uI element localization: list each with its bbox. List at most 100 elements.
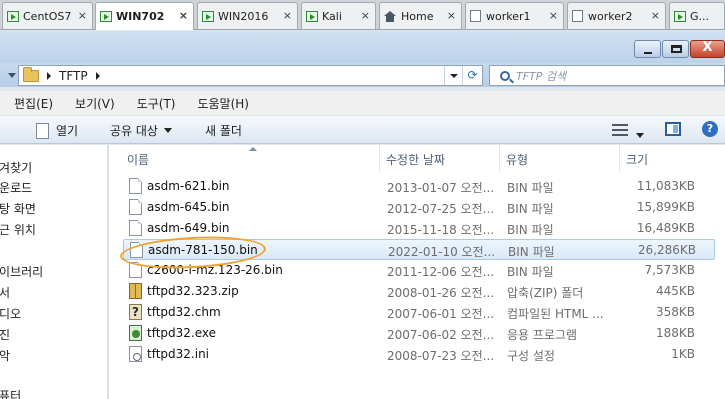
- navigation-pane: 즐겨찾기 다운로드 바탕 화면 최근 위치 라이브러리 문서 비디오 사진 음악…: [0, 145, 108, 399]
- file-size: 358KB: [655, 305, 695, 319]
- file-date: 2011-12-06 오전...: [387, 265, 493, 279]
- nav-item-documents[interactable]: 문서: [0, 284, 10, 301]
- chevron-right-icon[interactable]: [47, 71, 51, 80]
- change-view-button[interactable]: [612, 124, 628, 136]
- column-header-size[interactable]: 크기: [626, 151, 648, 168]
- address-history-button[interactable]: [444, 66, 462, 85]
- tab-worker2[interactable]: worker2 ×: [567, 2, 666, 29]
- search-input[interactable]: TFTP 검색: [489, 65, 725, 86]
- nav-item-videos[interactable]: 비디오: [0, 305, 21, 322]
- nav-item-favorites[interactable]: 즐겨찾기: [0, 159, 32, 176]
- tab-home[interactable]: Home ×: [379, 2, 462, 29]
- tab-close-icon[interactable]: ×: [78, 9, 87, 22]
- column-header-date[interactable]: 수정한 날짜: [386, 151, 445, 168]
- vm-icon: [7, 10, 19, 22]
- nav-item-desktop[interactable]: 바탕 화면: [0, 200, 36, 217]
- column-divider[interactable]: [499, 145, 500, 172]
- menu-tools[interactable]: 도구(T): [137, 95, 176, 112]
- open-button[interactable]: 열기: [36, 122, 78, 139]
- bin-file-icon: [129, 220, 142, 236]
- tab-centos7[interactable]: CentOS7 ×: [2, 2, 93, 29]
- view-options-button[interactable]: [636, 127, 644, 141]
- file-name: asdm-649.bin: [147, 221, 230, 235]
- chevron-right-icon[interactable]: [95, 71, 100, 80]
- chm-help-icon: [129, 304, 142, 320]
- file-row-selected[interactable]: asdm-781-150.bin 2022-01-10 오전... BIN 파일…: [123, 239, 715, 260]
- column-divider[interactable]: [379, 145, 380, 172]
- minimize-icon: [644, 52, 652, 54]
- tab-close-icon[interactable]: ×: [283, 9, 292, 22]
- refresh-icon[interactable]: ⟳: [462, 66, 482, 85]
- nav-item-downloads[interactable]: 다운로드: [0, 179, 32, 196]
- file-type: BIN 파일: [507, 202, 554, 216]
- tab-win702[interactable]: WIN702 ×: [95, 2, 194, 30]
- file-date: 2012-07-25 오전...: [387, 202, 493, 216]
- nav-item-libraries[interactable]: 라이브러리: [0, 263, 43, 280]
- close-icon: X: [702, 40, 713, 55]
- address-bar[interactable]: TFTP ⟳: [18, 65, 483, 86]
- file-row[interactable]: asdm-645.bin 2012-07-25 오전... BIN 파일 15,…: [123, 197, 715, 218]
- file-row[interactable]: tftpd32.323.zip 2008-01-26 오전... 압축(ZIP)…: [123, 281, 715, 302]
- file-row[interactable]: tftpd32.ini 2008-07-23 오전... 구성 설정 1KB: [123, 344, 715, 365]
- bin-file-icon: [129, 262, 142, 278]
- window-titlebar: X: [0, 31, 725, 65]
- file-type: 구성 설정: [507, 349, 555, 363]
- file-row[interactable]: asdm-621.bin 2013-01-07 오전... BIN 파일 11,…: [123, 176, 715, 197]
- bin-file-icon: [129, 178, 142, 194]
- file-name: asdm-621.bin: [147, 179, 230, 193]
- nav-item-pictures[interactable]: 사진: [0, 326, 10, 343]
- tab-win2016[interactable]: WIN2016 ×: [197, 2, 298, 29]
- menu-help[interactable]: 도움말(H): [197, 95, 249, 112]
- maximize-icon: [671, 45, 682, 53]
- tab-worker1[interactable]: worker1 ×: [465, 2, 564, 29]
- file-row[interactable]: asdm-649.bin 2015-11-18 오전... BIN 파일 16,…: [123, 218, 715, 239]
- help-icon: ?: [702, 121, 718, 137]
- column-divider[interactable]: [619, 145, 620, 172]
- vm-tab-strip: CentOS7 × WIN702 × WIN2016 × Kali × Home…: [0, 0, 725, 30]
- tab-label: CentOS7: [23, 9, 72, 23]
- tab-close-icon[interactable]: ×: [361, 9, 370, 22]
- share-with-label: 공유 대상: [110, 124, 158, 138]
- nav-item-recent[interactable]: 최근 위치: [0, 221, 36, 238]
- tab-close-icon[interactable]: ×: [549, 9, 558, 22]
- menu-edit[interactable]: 편집(E): [14, 95, 53, 112]
- file-name: asdm-645.bin: [147, 200, 230, 214]
- chevron-down-icon: [163, 128, 172, 133]
- file-type: 압축(ZIP) 폴더: [507, 286, 584, 300]
- vm-icon: [202, 10, 214, 22]
- open-label: 열기: [56, 124, 79, 138]
- open-icon: [36, 122, 49, 139]
- column-header-type[interactable]: 유형: [506, 151, 528, 168]
- nav-item-computer[interactable]: 컴퓨터: [0, 387, 21, 399]
- close-button[interactable]: X: [690, 40, 725, 58]
- file-row[interactable]: tftpd32.chm 2007-06-01 오전... 컴파일된 HTML .…: [123, 302, 715, 323]
- recent-pages-button[interactable]: [0, 68, 18, 84]
- menu-view[interactable]: 보기(V): [75, 95, 115, 112]
- column-header-name[interactable]: 이름: [127, 151, 149, 168]
- tab-close-icon[interactable]: ×: [447, 9, 456, 22]
- breadcrumb-tftp[interactable]: TFTP: [59, 69, 88, 83]
- search-placeholder: TFTP 검색: [516, 69, 567, 83]
- new-folder-button[interactable]: 새 폴더: [205, 122, 242, 139]
- maximize-button[interactable]: [662, 40, 689, 58]
- tab-close-icon[interactable]: ×: [179, 9, 188, 22]
- tab-label: WIN2016: [218, 9, 269, 23]
- minimize-button[interactable]: [634, 40, 661, 58]
- file-date: 2022-01-10 오전...: [388, 245, 494, 259]
- file-list: 이름 수정한 날짜 유형 크기 asdm-621.bin 2013-01-07 …: [109, 145, 725, 399]
- exe-app-icon: [129, 325, 142, 341]
- file-size: 26,286KB: [637, 243, 696, 257]
- share-with-button[interactable]: 공유 대상: [110, 122, 172, 139]
- preview-pane-button[interactable]: [665, 122, 681, 136]
- file-row[interactable]: tftpd32.exe 2007-06-02 오전... 응용 프로그램 188…: [123, 323, 715, 344]
- file-size: 188KB: [655, 326, 695, 340]
- address-actions: ⟳: [444, 66, 482, 85]
- tab-kali[interactable]: Kali ×: [301, 2, 376, 29]
- tab-overflow[interactable]: G...: [669, 2, 725, 29]
- file-row[interactable]: c2600-i-mz.123-26.bin 2011-12-06 오전... B…: [123, 260, 715, 281]
- preview-pane-icon: [665, 122, 681, 136]
- tab-label: worker1: [486, 9, 531, 23]
- nav-item-music[interactable]: 음악: [0, 347, 10, 364]
- tab-close-icon[interactable]: ×: [651, 9, 660, 22]
- help-button[interactable]: ?: [702, 121, 718, 137]
